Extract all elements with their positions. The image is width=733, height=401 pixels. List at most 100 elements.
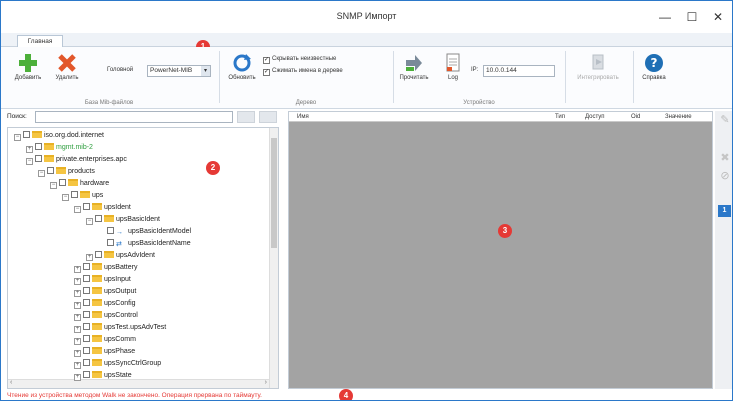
help-button[interactable]: ? Справка <box>637 53 671 81</box>
integrate-button[interactable]: Интегрировать <box>567 53 629 81</box>
mib-group-label: База Mib-файлов <box>84 100 134 106</box>
collapse-icon[interactable]: − <box>62 194 69 201</box>
maximize-button[interactable]: ☐ <box>679 7 705 27</box>
folder-icon <box>44 143 54 150</box>
tree-node[interactable]: + upsState <box>74 370 132 381</box>
collapse-icon[interactable]: − <box>74 206 81 213</box>
tree-checkbox[interactable] <box>35 143 42 150</box>
collapse-icon[interactable]: − <box>14 134 21 141</box>
tree-checkbox[interactable] <box>83 203 90 210</box>
expand-icon[interactable]: + <box>26 146 33 153</box>
refresh-label: Обновить <box>228 75 256 81</box>
tree-node[interactable]: − hardware <box>50 178 109 189</box>
tree-node[interactable]: + upsInput <box>74 274 131 285</box>
expand-icon[interactable]: + <box>74 350 81 357</box>
delete-button[interactable]: Удалить <box>53 53 81 81</box>
folder-icon <box>92 323 102 330</box>
delete-icon[interactable]: ✖ <box>718 151 732 165</box>
tree-checkbox[interactable] <box>83 335 90 342</box>
top-mib-select[interactable]: PowerNet-MIB ▾ <box>147 65 211 77</box>
tree-node[interactable]: + mgmt.mib-2 <box>26 142 93 153</box>
expand-icon[interactable]: + <box>74 338 81 345</box>
expand-icon[interactable]: + <box>74 266 81 273</box>
log-button[interactable]: Log <box>443 53 463 81</box>
ip-input[interactable]: 10.0.0.144 <box>483 65 555 77</box>
tree-node[interactable]: + upsBattery <box>74 262 137 273</box>
tree-checkbox[interactable] <box>23 131 30 138</box>
tree-node[interactable]: − ups <box>62 190 103 201</box>
tree-node-label: products <box>68 168 95 175</box>
expand-icon[interactable]: + <box>74 302 81 309</box>
column-type[interactable]: Тип <box>555 112 565 122</box>
collapse-icon[interactable]: − <box>26 158 33 165</box>
tree-node[interactable]: ⇄ upsBasicIdentName <box>98 238 191 249</box>
block-icon[interactable]: ⊘ <box>718 169 732 183</box>
expand-icon[interactable]: + <box>74 290 81 297</box>
tree-horizontal-scrollbar[interactable]: ‹ › <box>8 379 269 388</box>
scroll-left-icon[interactable]: ‹ <box>10 379 12 386</box>
collapse-icon[interactable]: − <box>38 170 45 177</box>
tree-checkbox[interactable] <box>95 251 102 258</box>
collapse-names-checkbox[interactable]: ✓ Сжимать имена в дереве <box>263 68 393 76</box>
tree-checkbox[interactable] <box>83 275 90 282</box>
tree-node-label: upsTest.upsAdvTest <box>104 324 167 331</box>
tree-checkbox[interactable] <box>83 359 90 366</box>
tree-checkbox[interactable] <box>83 263 90 270</box>
tree-checkbox[interactable] <box>83 371 90 378</box>
search-input[interactable] <box>35 111 233 123</box>
column-oid[interactable]: Oid <box>631 112 640 122</box>
expand-icon[interactable]: + <box>74 326 81 333</box>
scroll-thumb[interactable] <box>271 138 277 248</box>
expand-icon[interactable]: + <box>74 362 81 369</box>
tree-checkbox[interactable] <box>95 215 102 222</box>
tree-node[interactable]: − upsBasicIdent <box>86 214 160 225</box>
tree-checkbox[interactable] <box>35 155 42 162</box>
expand-icon[interactable]: + <box>74 314 81 321</box>
tree-checkbox[interactable] <box>59 179 66 186</box>
tree-checkbox[interactable] <box>107 227 114 234</box>
read-button[interactable]: Прочитать <box>397 53 431 81</box>
tree-vertical-scrollbar[interactable] <box>269 128 278 388</box>
tree-node[interactable]: + upsPhase <box>74 346 135 357</box>
expand-icon[interactable]: + <box>86 254 93 261</box>
tree-checkbox[interactable] <box>107 239 114 246</box>
tree-checkbox[interactable] <box>83 311 90 318</box>
close-button[interactable]: ✕ <box>705 7 731 27</box>
tree-node[interactable]: + upsAdvIdent <box>86 250 155 261</box>
tree-node[interactable]: − upsIdent <box>74 202 131 213</box>
tree-node[interactable]: − private.enterprises.apc <box>26 154 127 165</box>
edit-icon[interactable]: ✎ <box>718 113 732 127</box>
tree-node-label: upsBasicIdentName <box>128 240 191 247</box>
tree-checkbox[interactable] <box>83 299 90 306</box>
tree-checkbox[interactable] <box>47 167 54 174</box>
column-access[interactable]: Доступ <box>585 112 605 122</box>
plus-icon <box>19 54 37 72</box>
expand-icon[interactable]: + <box>74 278 81 285</box>
tree-node[interactable]: + upsControl <box>74 310 138 321</box>
tree-checkbox[interactable] <box>83 323 90 330</box>
search-button[interactable] <box>237 111 255 123</box>
collapse-icon[interactable]: − <box>50 182 57 189</box>
tree-node[interactable]: + upsOutput <box>74 286 136 297</box>
tree-checkbox[interactable] <box>83 347 90 354</box>
tree-node[interactable]: + upsComm <box>74 334 136 345</box>
clear-search-button[interactable] <box>259 111 277 123</box>
column-name[interactable]: Имя <box>297 112 309 122</box>
tree-node[interactable]: + upsSyncCtrlGroup <box>74 358 161 369</box>
tree-node[interactable]: → upsBasicIdentModel <box>98 226 191 237</box>
tree-checkbox[interactable] <box>71 191 78 198</box>
hide-unknown-checkbox[interactable]: ✓ Скрывать неизвестные <box>263 56 393 64</box>
add-button[interactable]: Добавить <box>13 53 43 81</box>
refresh-button[interactable]: Обновить <box>225 53 259 81</box>
minimize-button[interactable]: — <box>652 7 678 27</box>
collapse-icon[interactable]: − <box>86 218 93 225</box>
scroll-right-icon[interactable]: › <box>265 379 267 386</box>
tree-node[interactable]: + upsConfig <box>74 298 136 309</box>
column-value[interactable]: Значение <box>665 112 692 122</box>
tree-node[interactable]: + upsTest.upsAdvTest <box>74 322 166 333</box>
folder-icon <box>92 275 102 282</box>
tree-node[interactable]: − iso.org.dod.internet <box>14 130 104 141</box>
tree-checkbox[interactable] <box>83 287 90 294</box>
tree-node[interactable]: − products <box>38 166 95 177</box>
expand-icon[interactable]: + <box>74 374 81 381</box>
